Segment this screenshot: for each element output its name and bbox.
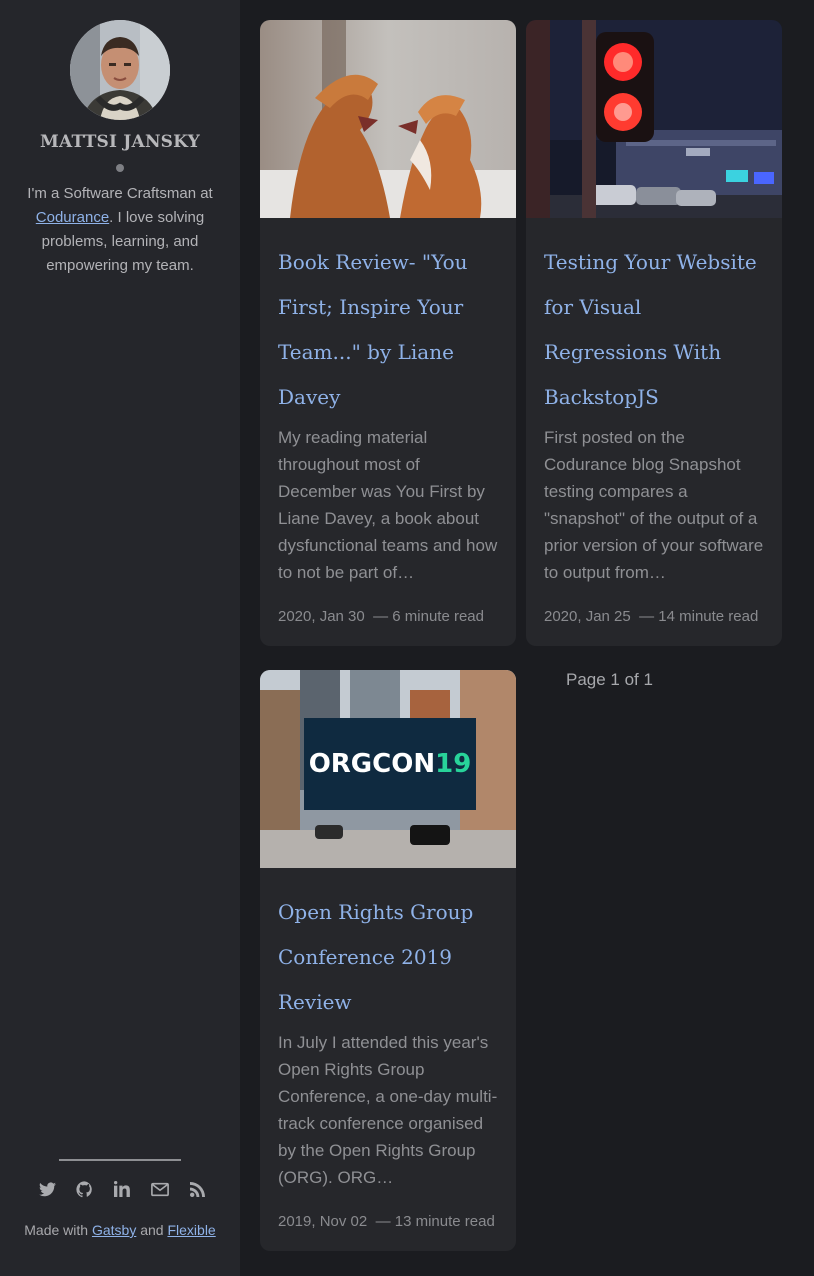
traffic-light-photo (526, 20, 782, 218)
twitter-icon[interactable] (36, 1178, 58, 1200)
post-reading-time: 13 minute read (394, 1213, 495, 1230)
orgcon-photo: ORGCON19 (260, 670, 516, 868)
post-meta: 2020, Jan 25 — 14 minute read (544, 608, 759, 625)
made-with-and: and (136, 1222, 168, 1238)
author-bio: I'm a Software Craftsman at Codurance. I… (20, 182, 220, 278)
made-with-credit: Made with Gatsby and Flexible (0, 1222, 240, 1238)
author-avatar[interactable] (70, 20, 170, 120)
post-excerpt: In July I attended this year's Open Righ… (278, 1033, 498, 1187)
post-cover-image[interactable] (526, 20, 782, 218)
divider-dot (116, 164, 124, 172)
gatsby-link[interactable]: Gatsby (92, 1222, 136, 1238)
post-cover-image[interactable]: ORGCON19 (260, 670, 516, 868)
avatar-portrait (70, 20, 170, 120)
pagination-label: Page 1 of 1 (566, 670, 653, 689)
made-with-prefix: Made with (24, 1222, 92, 1238)
post-card[interactable]: Testing Your Website for Visual Regressi… (526, 20, 782, 646)
post-title[interactable]: Testing Your Website for Visual Regressi… (544, 240, 764, 420)
post-card[interactable]: Book Review- "You First; Inspire Your Te… (260, 20, 516, 646)
sidebar: MATTSI JANSKY I'm a Software Craftsman a… (0, 0, 240, 1276)
post-date: 2019, Nov 02 (278, 1213, 368, 1230)
rss-icon[interactable] (186, 1178, 208, 1200)
sidebar-divider (59, 1159, 181, 1161)
post-title[interactable]: Open Rights Group Conference 2019 Review (278, 890, 498, 1025)
social-links (36, 1177, 208, 1201)
post-card[interactable]: ORGCON19 Open Rights Group Conference 20… (260, 670, 516, 1251)
post-title[interactable]: Book Review- "You First; Inspire Your Te… (278, 240, 498, 420)
codurance-link[interactable]: Codurance (36, 209, 109, 226)
orgcon-logo-text: ORGCON19 (309, 749, 472, 779)
flexible-link[interactable]: Flexible (167, 1222, 215, 1238)
bio-prefix: I'm a Software Craftsman at (27, 185, 213, 202)
post-excerpt: My reading material throughout most of D… (278, 428, 498, 582)
post-reading-time: 14 minute read (658, 608, 759, 625)
post-meta: 2019, Nov 02 — 13 minute read (278, 1213, 495, 1230)
github-icon[interactable] (74, 1178, 96, 1200)
linkedin-icon[interactable] (111, 1178, 133, 1200)
author-name: MATTSI JANSKY (39, 132, 201, 152)
email-icon[interactable] (149, 1178, 171, 1200)
post-date: 2020, Jan 30 (278, 608, 365, 625)
post-cover-image[interactable] (260, 20, 516, 218)
foxes-photo (260, 20, 516, 218)
post-reading-time: 6 minute read (392, 608, 484, 625)
post-excerpt: First posted on the Codurance blog Snaps… (544, 428, 764, 582)
post-date: 2020, Jan 25 (544, 608, 631, 625)
post-meta: 2020, Jan 30 — 6 minute read (278, 608, 484, 625)
